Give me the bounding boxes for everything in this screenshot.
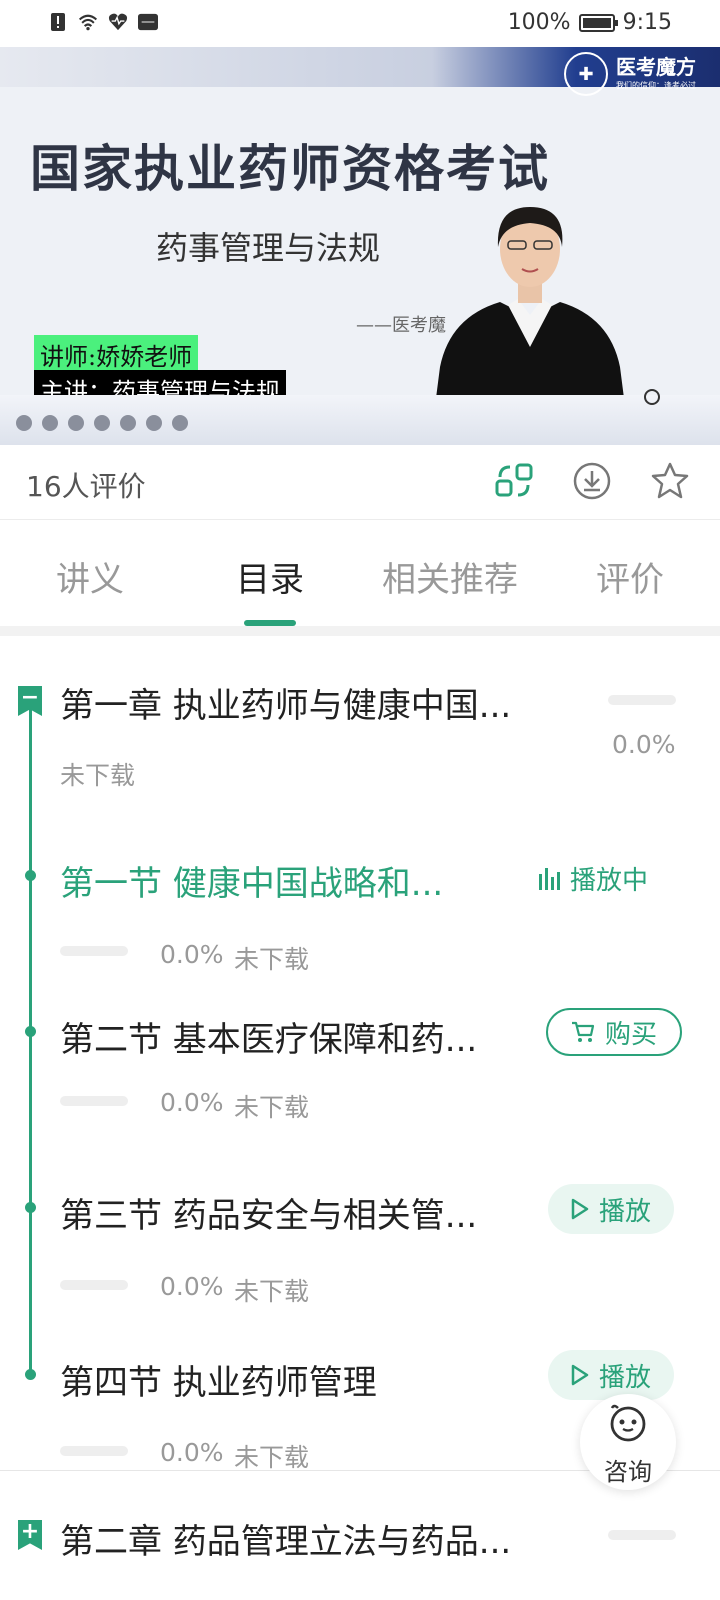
playing-label: 播放中 xyxy=(570,866,649,896)
tab-bar: 讲义 目录 相关推荐 评价 xyxy=(0,520,720,626)
camera-icon[interactable] xyxy=(120,415,136,431)
buy-label: 购买 xyxy=(604,1019,657,1050)
clock: 9:15 xyxy=(622,10,672,35)
chapter-percent: 0.0% xyxy=(612,730,676,759)
wifi-icon xyxy=(78,12,98,32)
health-icon xyxy=(108,12,128,32)
timeline-node xyxy=(25,870,36,881)
chapter-download-status: 未下载 xyxy=(60,761,136,790)
rating-bar: 16人评价 xyxy=(0,445,720,520)
playing-indicator: 播放中 xyxy=(538,860,648,897)
cart-icon xyxy=(571,1021,595,1042)
section-title[interactable]: 第四节 执业药师管理 xyxy=(60,1355,377,1404)
section-progress-bar xyxy=(60,1096,128,1106)
alert-icon xyxy=(48,12,68,32)
switch-icon[interactable] xyxy=(494,461,534,501)
status-right: 100% 9:15 xyxy=(508,10,672,35)
play-button[interactable]: 播放 xyxy=(548,1184,674,1234)
timeline-node xyxy=(25,1202,36,1213)
play-label: 播放 xyxy=(598,1196,651,1227)
consult-label: 咨询 xyxy=(604,1458,652,1486)
tab-handout[interactable]: 讲义 xyxy=(0,520,180,626)
section-progress-bar xyxy=(60,1280,128,1290)
star-icon[interactable] xyxy=(650,461,690,501)
focus-icon[interactable] xyxy=(94,415,110,431)
caption-icon[interactable] xyxy=(146,415,162,431)
play-icon xyxy=(571,1198,589,1220)
tab-catalog[interactable]: 目录 xyxy=(180,520,360,626)
chat-bot-icon xyxy=(610,1404,646,1442)
video-controls xyxy=(16,415,188,431)
section-percent: 0.0% xyxy=(160,1088,224,1117)
chapter-title[interactable]: 第二章 药品管理立法与药品... xyxy=(60,1514,511,1563)
pen-icon[interactable] xyxy=(68,415,84,431)
timeline-line xyxy=(29,700,32,1378)
section-download-status: 未下载 xyxy=(234,945,310,974)
prev-icon[interactable] xyxy=(16,415,32,431)
hms-icon xyxy=(138,12,158,32)
chapter-expand-icon[interactable]: + xyxy=(18,1520,42,1550)
more-icon[interactable] xyxy=(172,415,188,431)
brand-name: 医考魔方 xyxy=(616,55,696,79)
timeline-node xyxy=(25,1026,36,1037)
lecturer-label: 讲师:娇娇老师 xyxy=(34,335,199,374)
tab-reviews[interactable]: 评价 xyxy=(540,520,720,626)
timeline-node xyxy=(25,1369,36,1380)
section-title[interactable]: 第三节 药品安全与相关管... xyxy=(60,1188,477,1237)
section-download-status: 未下载 xyxy=(234,1443,310,1472)
video-subtitle: 药事管理与法规 xyxy=(156,229,381,267)
battery-icon xyxy=(578,13,618,32)
section-progress-bar xyxy=(60,1446,128,1456)
chapter-progress-bar xyxy=(608,1530,676,1540)
video-title: 国家执业药师资格考试 xyxy=(30,139,550,198)
section-download-status: 未下载 xyxy=(234,1277,310,1306)
brand-slogan: 我们的信仰：逢考必过 xyxy=(616,81,696,90)
record-indicator-icon xyxy=(644,389,660,405)
section-title-playing[interactable]: 第一节 健康中国战略和... xyxy=(60,856,443,905)
section-percent: 0.0% xyxy=(160,940,224,969)
section-title[interactable]: 第二节 基本医疗保障和药... xyxy=(60,1012,477,1061)
section-divider xyxy=(0,626,720,636)
status-icons xyxy=(48,12,158,32)
section-percent: 0.0% xyxy=(160,1438,224,1467)
video-player[interactable]: ✚ 医考魔方 我们的信仰：逢考必过 国家执业药师资格考试 药事管理与法规 ——医… xyxy=(0,47,720,445)
download-icon[interactable] xyxy=(572,461,612,501)
equalizer-icon xyxy=(539,867,560,890)
section-progress-bar xyxy=(60,946,128,956)
next-icon[interactable] xyxy=(42,415,58,431)
play-icon xyxy=(571,1364,589,1386)
section-download-status: 未下载 xyxy=(234,1093,310,1122)
buy-button[interactable]: 购买 xyxy=(546,1008,682,1056)
brand-logo: ✚ 医考魔方 我们的信仰：逢考必过 xyxy=(564,52,696,96)
rating-count[interactable]: 16人评价 xyxy=(26,465,146,505)
chapter-progress-bar xyxy=(608,695,676,705)
battery-percent: 100% xyxy=(507,10,571,35)
consult-button[interactable]: 咨询 xyxy=(580,1394,676,1490)
play-label: 播放 xyxy=(598,1362,651,1393)
status-bar: 100% 9:15 xyxy=(0,0,720,47)
section-percent: 0.0% xyxy=(160,1272,224,1301)
play-button[interactable]: 播放 xyxy=(548,1350,674,1400)
tab-recommend[interactable]: 相关推荐 xyxy=(360,520,540,626)
cross-logo-icon: ✚ xyxy=(564,52,608,96)
chapter-title[interactable]: 第一章 执业药师与健康中国... xyxy=(60,678,511,727)
